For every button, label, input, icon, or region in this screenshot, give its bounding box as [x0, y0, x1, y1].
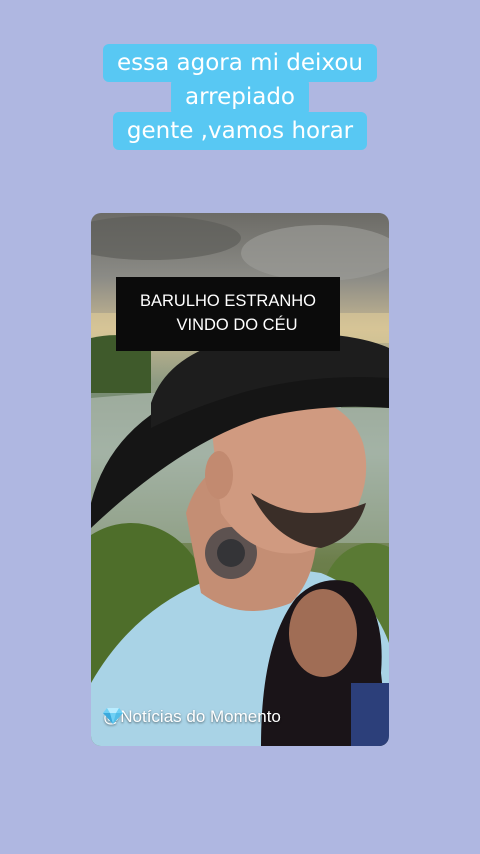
- overlay-title-line-2: VINDO DO CÉU: [176, 316, 298, 334]
- caption-line-2: arrepiado: [170, 78, 309, 116]
- caption: essa agora mi deixou arrepiado gente ,va…: [0, 44, 480, 150]
- channel-watermark: @Notícias do Momento: [103, 707, 290, 727]
- caption-line-3: gente ,vamos horar: [112, 112, 368, 150]
- video-frame[interactable]: BARULHO ESTRANHO VINDO DO CÉU @Notícias …: [91, 213, 389, 746]
- video-overlay-title: BARULHO ESTRANHO VINDO DO CÉU: [116, 277, 340, 351]
- caption-line-1: essa agora mi deixou: [103, 44, 377, 82]
- overlay-title-line-1: BARULHO ESTRANHO: [139, 292, 317, 310]
- watermark-text: @Notícias do Momento: [103, 707, 281, 726]
